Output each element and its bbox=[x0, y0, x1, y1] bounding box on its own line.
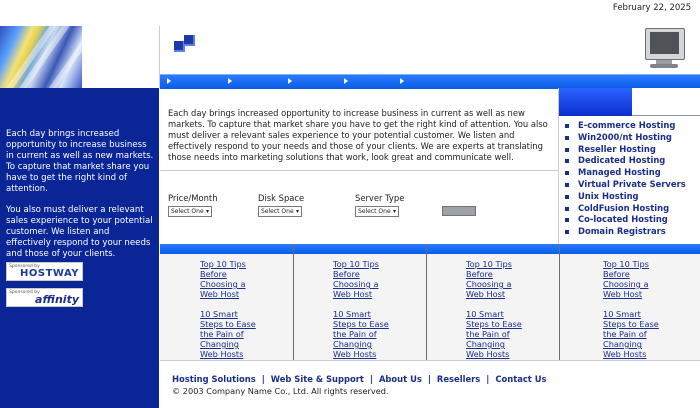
sponsor-brand: HOSTWAY bbox=[20, 268, 79, 279]
hosting-link[interactable]: Reseller Hosting bbox=[564, 144, 700, 156]
tip-column: Top 10 Tips Before Choosing a Web Host 10 S… bbox=[466, 259, 536, 359]
top-bar: February 22, 2025 bbox=[0, 0, 700, 27]
sponsor-hostway[interactable]: Sponsored by HOSTWAY bbox=[6, 262, 83, 281]
bullet-icon bbox=[565, 171, 569, 176]
nav-arrow-icon[interactable] bbox=[228, 78, 232, 84]
nav-arrow-icon[interactable] bbox=[400, 78, 404, 84]
divider bbox=[559, 244, 560, 360]
copyright: © 2003 Company Name Co., Ltd. All rights… bbox=[172, 386, 389, 396]
disk-label: Disk Space bbox=[258, 193, 305, 203]
hosting-link[interactable]: Co-located Hosting bbox=[564, 214, 700, 226]
nav-bar bbox=[160, 74, 700, 89]
hosting-link[interactable]: Domain Registrars bbox=[564, 226, 700, 238]
logo-area bbox=[160, 26, 700, 74]
price-label: Price/Month bbox=[168, 193, 218, 203]
sidebar-paragraph: You also must deliver a relevant sales e… bbox=[6, 205, 153, 259]
tip-link[interactable]: Top 10 Tips Before Choosing a Web Host bbox=[603, 259, 673, 299]
hosting-link[interactable]: Virtual Private Servers bbox=[564, 179, 700, 191]
footer-link[interactable]: About Us bbox=[379, 374, 422, 384]
divider bbox=[632, 115, 700, 116]
divider bbox=[426, 244, 427, 360]
hosting-link[interactable]: Win2000/nt Hosting bbox=[564, 132, 700, 144]
footer-link[interactable]: Contact Us bbox=[495, 374, 546, 384]
divider bbox=[558, 88, 559, 244]
intro-text: Each day brings increased opportunity to… bbox=[168, 108, 548, 162]
sponsor-affinity[interactable]: Sponsored by affinity bbox=[6, 288, 83, 307]
hosting-link[interactable]: Unix Hosting bbox=[564, 191, 700, 203]
divider bbox=[160, 170, 558, 171]
tip-link[interactable]: 10 Smart Steps to Ease the Pain of Changing… bbox=[466, 309, 536, 359]
footer-link[interactable]: Hosting Solutions bbox=[172, 374, 256, 384]
bullet-icon bbox=[565, 147, 569, 152]
nav-arrow-icon[interactable] bbox=[288, 78, 292, 84]
tip-link[interactable]: 10 Smart Steps to Ease the Pain of Changing… bbox=[333, 309, 403, 359]
tip-link[interactable]: Top 10 Tips Before Choosing a Web Host bbox=[466, 259, 536, 299]
price-select[interactable]: Select One ▾ bbox=[168, 206, 212, 217]
hosting-link[interactable]: Managed Hosting bbox=[564, 167, 700, 179]
band-bar bbox=[160, 244, 700, 254]
sidebar-text: Each day brings increased opportunity to… bbox=[6, 129, 156, 270]
bullet-icon bbox=[565, 218, 569, 223]
footer-nav: Hosting Solutions | Web Site & Support | Abo… bbox=[172, 374, 547, 384]
bullet-icon bbox=[565, 135, 569, 140]
logo-square-icon bbox=[184, 35, 195, 46]
current-date: February 22, 2025 bbox=[612, 3, 692, 13]
tip-link[interactable]: Top 10 Tips Before Choosing a Web Host bbox=[333, 259, 403, 299]
search-button[interactable] bbox=[442, 206, 476, 216]
bullet-icon bbox=[565, 194, 569, 199]
header-graphic bbox=[0, 26, 82, 88]
bullet-icon bbox=[565, 206, 569, 211]
server-label: Server Type bbox=[355, 193, 405, 203]
tip-column: Top 10 Tips Before Choosing a Web Host 10 S… bbox=[603, 259, 673, 359]
server-select[interactable]: Select One ▾ bbox=[355, 206, 399, 217]
bullet-icon bbox=[565, 182, 569, 187]
monitor-icon bbox=[643, 28, 685, 72]
footer-link[interactable]: Resellers bbox=[437, 374, 480, 384]
nav-arrow-icon[interactable] bbox=[344, 78, 348, 84]
tip-column: Top 10 Tips Before Choosing a Web Host 10 S… bbox=[200, 259, 270, 359]
hosting-link[interactable]: E-commerce Hosting bbox=[564, 120, 700, 132]
hosting-links: E-commerce Hosting Win2000/nt Hosting Re… bbox=[564, 120, 700, 238]
bullet-icon bbox=[565, 230, 569, 235]
hosting-link[interactable]: Dedicated Hosting bbox=[564, 155, 700, 167]
header-spacer bbox=[82, 26, 160, 88]
disk-select[interactable]: Select One ▾ bbox=[258, 206, 302, 217]
sponsor-brand: affinity bbox=[35, 293, 79, 306]
footer-link[interactable]: Web Site & Support bbox=[271, 374, 364, 384]
divider bbox=[293, 244, 294, 360]
tip-link[interactable]: 10 Smart Steps to Ease the Pain of Changing… bbox=[200, 309, 270, 359]
hosting-link[interactable]: ColdFusion Hosting bbox=[564, 203, 700, 215]
tip-column: Top 10 Tips Before Choosing a Web Host 10 S… bbox=[333, 259, 403, 359]
bullet-icon bbox=[565, 124, 569, 128]
tip-link[interactable]: 10 Smart Steps to Ease the Pain of Changing… bbox=[603, 309, 673, 359]
nav-arrow-icon[interactable] bbox=[167, 78, 171, 84]
right-header-block bbox=[559, 88, 632, 116]
tip-link[interactable]: Top 10 Tips Before Choosing a Web Host bbox=[200, 259, 270, 299]
bullet-icon bbox=[565, 159, 569, 164]
sidebar-paragraph: Each day brings increased opportunity to… bbox=[6, 129, 154, 194]
